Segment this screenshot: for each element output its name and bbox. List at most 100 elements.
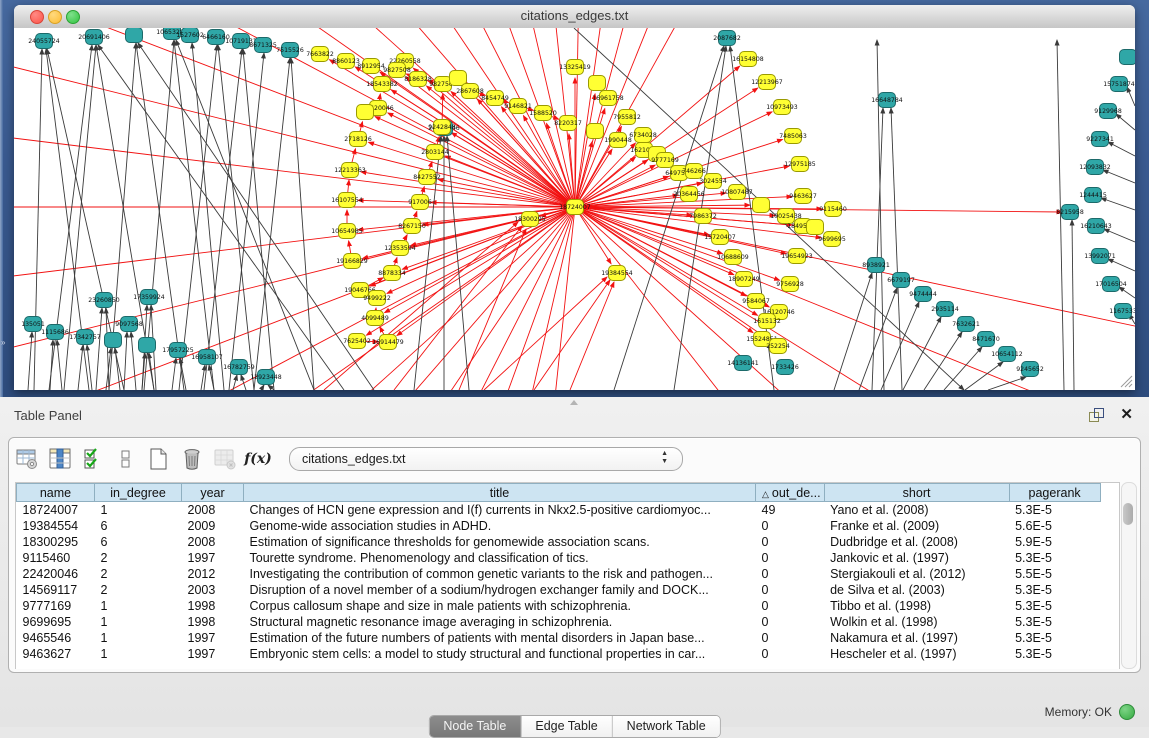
table-cell[interactable]: Corpus callosum shape and size in male p…: [244, 598, 756, 614]
network-node[interactable]: 1244415: [1079, 188, 1107, 203]
network-node[interactable]: 7986372: [689, 209, 717, 224]
table-cell[interactable]: 0: [756, 550, 825, 566]
network-node[interactable]: 16958107: [191, 350, 223, 365]
network-node[interactable]: 1733426: [771, 360, 799, 375]
table-cell[interactable]: Genome-wide association studies in ADHD.: [244, 518, 756, 534]
network-node[interactable]: [587, 124, 604, 139]
function-builder-icon[interactable]: f(x): [246, 447, 270, 471]
close-panel-icon[interactable]: ✕: [1120, 405, 1133, 423]
network-node[interactable]: 7515526: [276, 43, 304, 58]
table-cell[interactable]: 0: [756, 630, 825, 646]
network-node[interactable]: 7955812: [613, 110, 641, 125]
table-cell[interactable]: 1998: [182, 614, 244, 630]
table-cell[interactable]: 18300295: [17, 534, 95, 550]
network-canvas[interactable]: 2405572420691406106532871527602646616010…: [14, 28, 1135, 390]
table-cell[interactable]: 1: [95, 614, 182, 630]
table-cell[interactable]: 19384554: [17, 518, 95, 534]
table-cell[interactable]: Stergiakouli et al. (2012): [824, 566, 1009, 582]
table-cell[interactable]: 1997: [182, 630, 244, 646]
network-node[interactable]: 252254: [766, 339, 790, 354]
network-node[interactable]: 18543382: [366, 77, 398, 92]
network-node[interactable]: 9463627: [789, 189, 817, 204]
network-node[interactable]: 16648784: [871, 93, 903, 108]
table-cell[interactable]: 0: [756, 646, 825, 662]
network-node[interactable]: 7625402: [343, 334, 371, 349]
network-node[interactable]: 7663822: [306, 47, 334, 62]
column-header-title[interactable]: title: [244, 484, 756, 502]
network-node[interactable]: [753, 198, 770, 213]
network-node[interactable]: 9756928: [776, 277, 804, 292]
row-selector-icon[interactable]: [81, 447, 105, 471]
network-node[interactable]: 8427552: [413, 170, 441, 185]
table-cell[interactable]: 18724007: [17, 502, 95, 519]
collapsed-panel-handle[interactable]: »: [1, 338, 5, 347]
network-node[interactable]: 13992071: [1084, 249, 1116, 264]
network-node[interactable]: 16107554: [331, 193, 363, 208]
network-node[interactable]: [139, 338, 156, 353]
table-cell[interactable]: 22420046: [17, 566, 95, 582]
network-node[interactable]: 23260850: [88, 293, 120, 308]
table-cell[interactable]: Structural magnetic resonance image aver…: [244, 614, 756, 630]
table-cell[interactable]: 5.3E-5: [1009, 614, 1100, 630]
column-settings-icon[interactable]: [15, 447, 39, 471]
column-header-out_de[interactable]: △out_de...: [756, 484, 825, 502]
splitter-arrow-icon[interactable]: [570, 400, 578, 405]
table-cell[interactable]: 5.9E-5: [1009, 534, 1100, 550]
network-node[interactable]: [357, 105, 374, 120]
table-cell[interactable]: 1: [95, 630, 182, 646]
table-cell[interactable]: Tibbo et al. (1998): [824, 598, 1009, 614]
network-node[interactable]: 16961758: [592, 91, 624, 106]
table-row[interactable]: 969969511998Structural magnetic resonanc…: [17, 614, 1101, 630]
table-cell[interactable]: 5.3E-5: [1009, 646, 1100, 662]
network-node[interactable]: 1588520: [529, 106, 557, 121]
table-cell[interactable]: 0: [756, 614, 825, 630]
table-selector-dropdown[interactable]: citations_edges.txt ▲▼: [289, 447, 683, 471]
network-node[interactable]: [105, 333, 122, 348]
table-row[interactable]: 977716911998Corpus callosum shape and si…: [17, 598, 1101, 614]
network-node[interactable]: 15720407: [704, 230, 736, 245]
table-cell[interactable]: 1997: [182, 550, 244, 566]
table-cell[interactable]: Wolkin et al. (1998): [824, 614, 1009, 630]
table-cell[interactable]: 1: [95, 646, 182, 662]
table-cell[interactable]: 14569117: [17, 582, 95, 598]
table-row[interactable]: 911546021997Tourette syndrome. Phenomeno…: [17, 550, 1101, 566]
table-cell[interactable]: 5.3E-5: [1009, 550, 1100, 566]
table-cell[interactable]: 0: [756, 518, 825, 534]
network-node[interactable]: 16154808: [732, 52, 764, 67]
table-cell[interactable]: Nakamura et al. (1997): [824, 630, 1009, 646]
network-node[interactable]: 9129968: [1094, 104, 1122, 119]
network-node[interactable]: [1120, 50, 1136, 65]
table-cell[interactable]: 5.6E-5: [1009, 518, 1100, 534]
table-cell[interactable]: 49: [756, 502, 825, 519]
network-node[interactable]: 8860123: [332, 54, 360, 69]
table-cell[interactable]: 5.3E-5: [1009, 630, 1100, 646]
column-header-pagerank[interactable]: pagerank: [1009, 484, 1100, 502]
table-cell[interactable]: 1: [95, 598, 182, 614]
table-cell[interactable]: 2003: [182, 582, 244, 598]
table-cell[interactable]: 5.5E-5: [1009, 566, 1100, 582]
table-cell[interactable]: Jankovic et al. (1997): [824, 550, 1009, 566]
network-node[interactable]: 8938921: [862, 258, 890, 273]
column-chooser-icon[interactable]: [48, 447, 72, 471]
network-node[interactable]: 2935114: [931, 302, 959, 317]
table-cell[interactable]: 1: [95, 502, 182, 519]
table-cell[interactable]: 2: [95, 566, 182, 582]
table-cell[interactable]: 2: [95, 550, 182, 566]
network-node[interactable]: 8267150: [398, 219, 426, 234]
network-node[interactable]: 12213363: [334, 163, 366, 178]
network-node[interactable]: 917006: [408, 195, 432, 210]
column-header-name[interactable]: name: [17, 484, 95, 502]
table-cell[interactable]: 0: [756, 566, 825, 582]
table-cell[interactable]: Investigating the contribution of common…: [244, 566, 756, 582]
table-cell[interactable]: 0: [756, 598, 825, 614]
table-cell[interactable]: Embryonic stem cells: a model to study s…: [244, 646, 756, 662]
network-node[interactable]: 19654923: [781, 249, 813, 264]
table-cell[interactable]: 2012: [182, 566, 244, 582]
network-node[interactable]: 16782759: [223, 360, 255, 375]
table-cell[interactable]: Dudbridge et al. (2008): [824, 534, 1009, 550]
network-node[interactable]: 24055724: [28, 34, 60, 49]
network-node[interactable]: 20691406: [78, 30, 110, 45]
network-node[interactable]: 1115686: [41, 325, 69, 340]
network-node[interactable]: 9245652: [1016, 362, 1044, 377]
table-cell[interactable]: 0: [756, 534, 825, 550]
